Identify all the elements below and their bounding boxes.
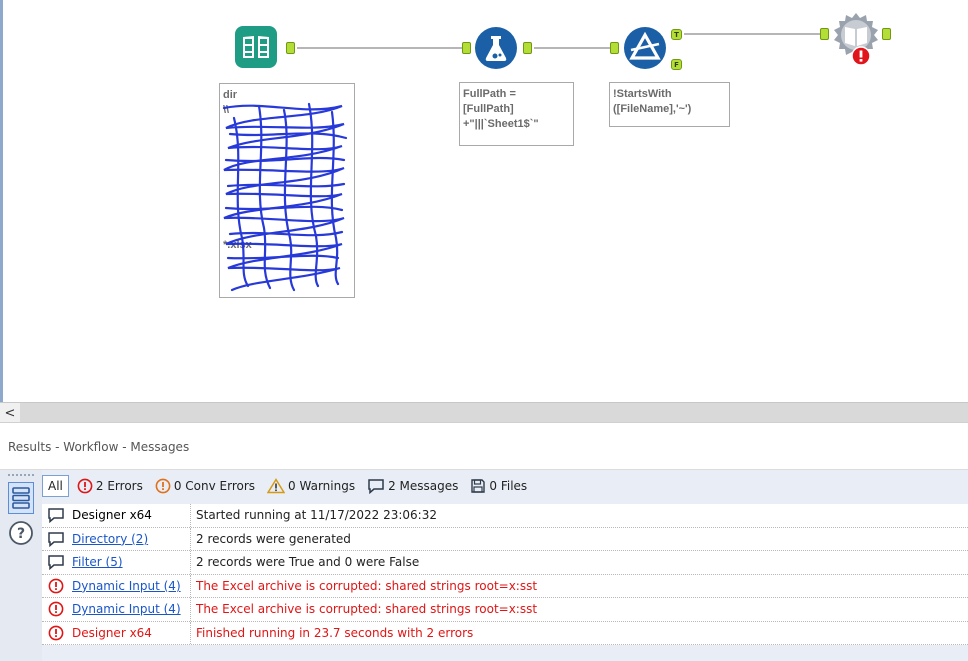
filter-input-anchor[interactable] bbox=[610, 42, 619, 54]
message-source-link[interactable]: Filter (5) bbox=[70, 555, 190, 569]
filter-messages-label: 2 Messages bbox=[388, 479, 459, 493]
filter-conv-errors-label: 0 Conv Errors bbox=[173, 479, 256, 493]
message-text: Finished running in 23.7 seconds with 2 … bbox=[196, 625, 474, 640]
filter-warnings-label: 0 Warnings bbox=[288, 479, 356, 493]
flask-icon bbox=[475, 27, 517, 69]
message-source: Designer x64 bbox=[72, 625, 152, 640]
filter-all-label: All bbox=[48, 479, 63, 493]
dynamic-input-input-anchor[interactable] bbox=[820, 28, 829, 40]
message-text: Started running at 11/17/2022 23:06:32 bbox=[196, 508, 437, 523]
filter-all-button[interactable]: All bbox=[42, 475, 69, 497]
filter-warnings-button[interactable]: 0 Warnings bbox=[263, 475, 359, 497]
help-button[interactable]: ? bbox=[8, 520, 34, 546]
message-text: 2 records were True and 0 were False bbox=[196, 555, 420, 570]
speech-bubble-icon bbox=[368, 479, 384, 494]
message-row[interactable]: Filter (5) 2 records were True and 0 wer… bbox=[42, 551, 968, 575]
messages-table: Designer x64 Started running at 11/17/20… bbox=[42, 504, 968, 645]
workflow-canvas[interactable]: T F dir \\ *.xlsx FullPath = [FullPath] … bbox=[0, 0, 968, 402]
messages-view-button[interactable] bbox=[8, 482, 34, 514]
message-text: 2 records were generated bbox=[196, 531, 351, 546]
message-filter-bar: All 2 Errors 0 Conv Errors 0 Warnings 2 … bbox=[42, 473, 968, 499]
warning-triangle-icon bbox=[267, 478, 286, 494]
results-panel-header: Results - Workflow - Messages bbox=[0, 422, 968, 470]
formula-annotation[interactable]: FullPath = [FullPath] +"|||`Sheet1$`" bbox=[459, 82, 574, 146]
results-panel-title: Results - Workflow - Messages bbox=[8, 440, 190, 454]
error-circle-icon bbox=[48, 578, 64, 594]
error-circle-icon bbox=[77, 478, 93, 494]
filter-files-button[interactable]: 0 Files bbox=[466, 475, 531, 497]
filter-errors-label: 2 Errors bbox=[95, 479, 143, 493]
filter-conv-errors-button[interactable]: 0 Conv Errors bbox=[151, 475, 259, 497]
message-icon bbox=[48, 508, 64, 524]
error-circle-icon bbox=[48, 625, 64, 641]
stack-list-icon bbox=[12, 487, 30, 509]
dynamic-input-output-anchor[interactable] bbox=[882, 28, 891, 40]
filter-files-label: 0 Files bbox=[489, 479, 528, 493]
message-row[interactable]: Directory (2) 2 records were generated bbox=[42, 527, 968, 551]
message-icon bbox=[48, 532, 64, 547]
message-source-link[interactable]: Dynamic Input (4) bbox=[70, 579, 190, 593]
scroll-left-button[interactable]: < bbox=[0, 403, 20, 423]
message-source-link[interactable]: Dynamic Input (4) bbox=[70, 602, 190, 616]
filter-tool[interactable] bbox=[623, 26, 667, 70]
redaction-scribble bbox=[222, 102, 348, 292]
message-source: Designer x64 bbox=[72, 508, 152, 523]
message-row[interactable]: Designer x64 Finished running in 23.7 se… bbox=[42, 621, 968, 645]
message-row[interactable]: Dynamic Input (4) The Excel archive is c… bbox=[42, 574, 968, 598]
results-side-rail: ? bbox=[0, 470, 42, 661]
save-file-icon bbox=[471, 479, 486, 493]
book-icon bbox=[235, 26, 277, 68]
filter-false-anchor[interactable]: F bbox=[671, 59, 682, 70]
rail-grip[interactable] bbox=[8, 474, 34, 477]
directory-output-anchor[interactable] bbox=[286, 42, 295, 54]
filter-errors-button[interactable]: 2 Errors bbox=[73, 475, 147, 497]
message-source-link[interactable]: Directory (2) bbox=[70, 532, 190, 546]
filter-annotation[interactable]: !StartsWith ([FileName],'~') bbox=[609, 82, 730, 127]
filter-true-anchor[interactable]: T bbox=[671, 29, 682, 40]
svg-text:?: ? bbox=[17, 526, 25, 542]
conv-error-circle-icon bbox=[155, 478, 171, 494]
directory-tool[interactable] bbox=[234, 25, 278, 69]
error-badge-icon bbox=[851, 46, 871, 66]
message-row[interactable]: Designer x64 Started running at 11/17/20… bbox=[42, 504, 968, 528]
error-circle-icon bbox=[48, 601, 64, 617]
message-text: The Excel archive is corrupted: shared s… bbox=[196, 602, 538, 617]
message-row[interactable]: Dynamic Input (4) The Excel archive is c… bbox=[42, 598, 968, 622]
filter-messages-button[interactable]: 2 Messages bbox=[363, 475, 462, 497]
formula-output-anchor[interactable] bbox=[523, 42, 532, 54]
filter-triangle-icon bbox=[624, 27, 666, 69]
results-panel: ? All 2 Errors 0 Conv Errors 0 Warnings … bbox=[0, 470, 968, 661]
formula-tool[interactable] bbox=[474, 26, 518, 70]
question-mark-icon: ? bbox=[9, 521, 33, 545]
message-icon bbox=[48, 555, 64, 571]
formula-input-anchor[interactable] bbox=[462, 42, 471, 54]
canvas-horizontal-scrollbar[interactable]: < bbox=[0, 402, 968, 423]
message-text: The Excel archive is corrupted: shared s… bbox=[196, 578, 538, 593]
